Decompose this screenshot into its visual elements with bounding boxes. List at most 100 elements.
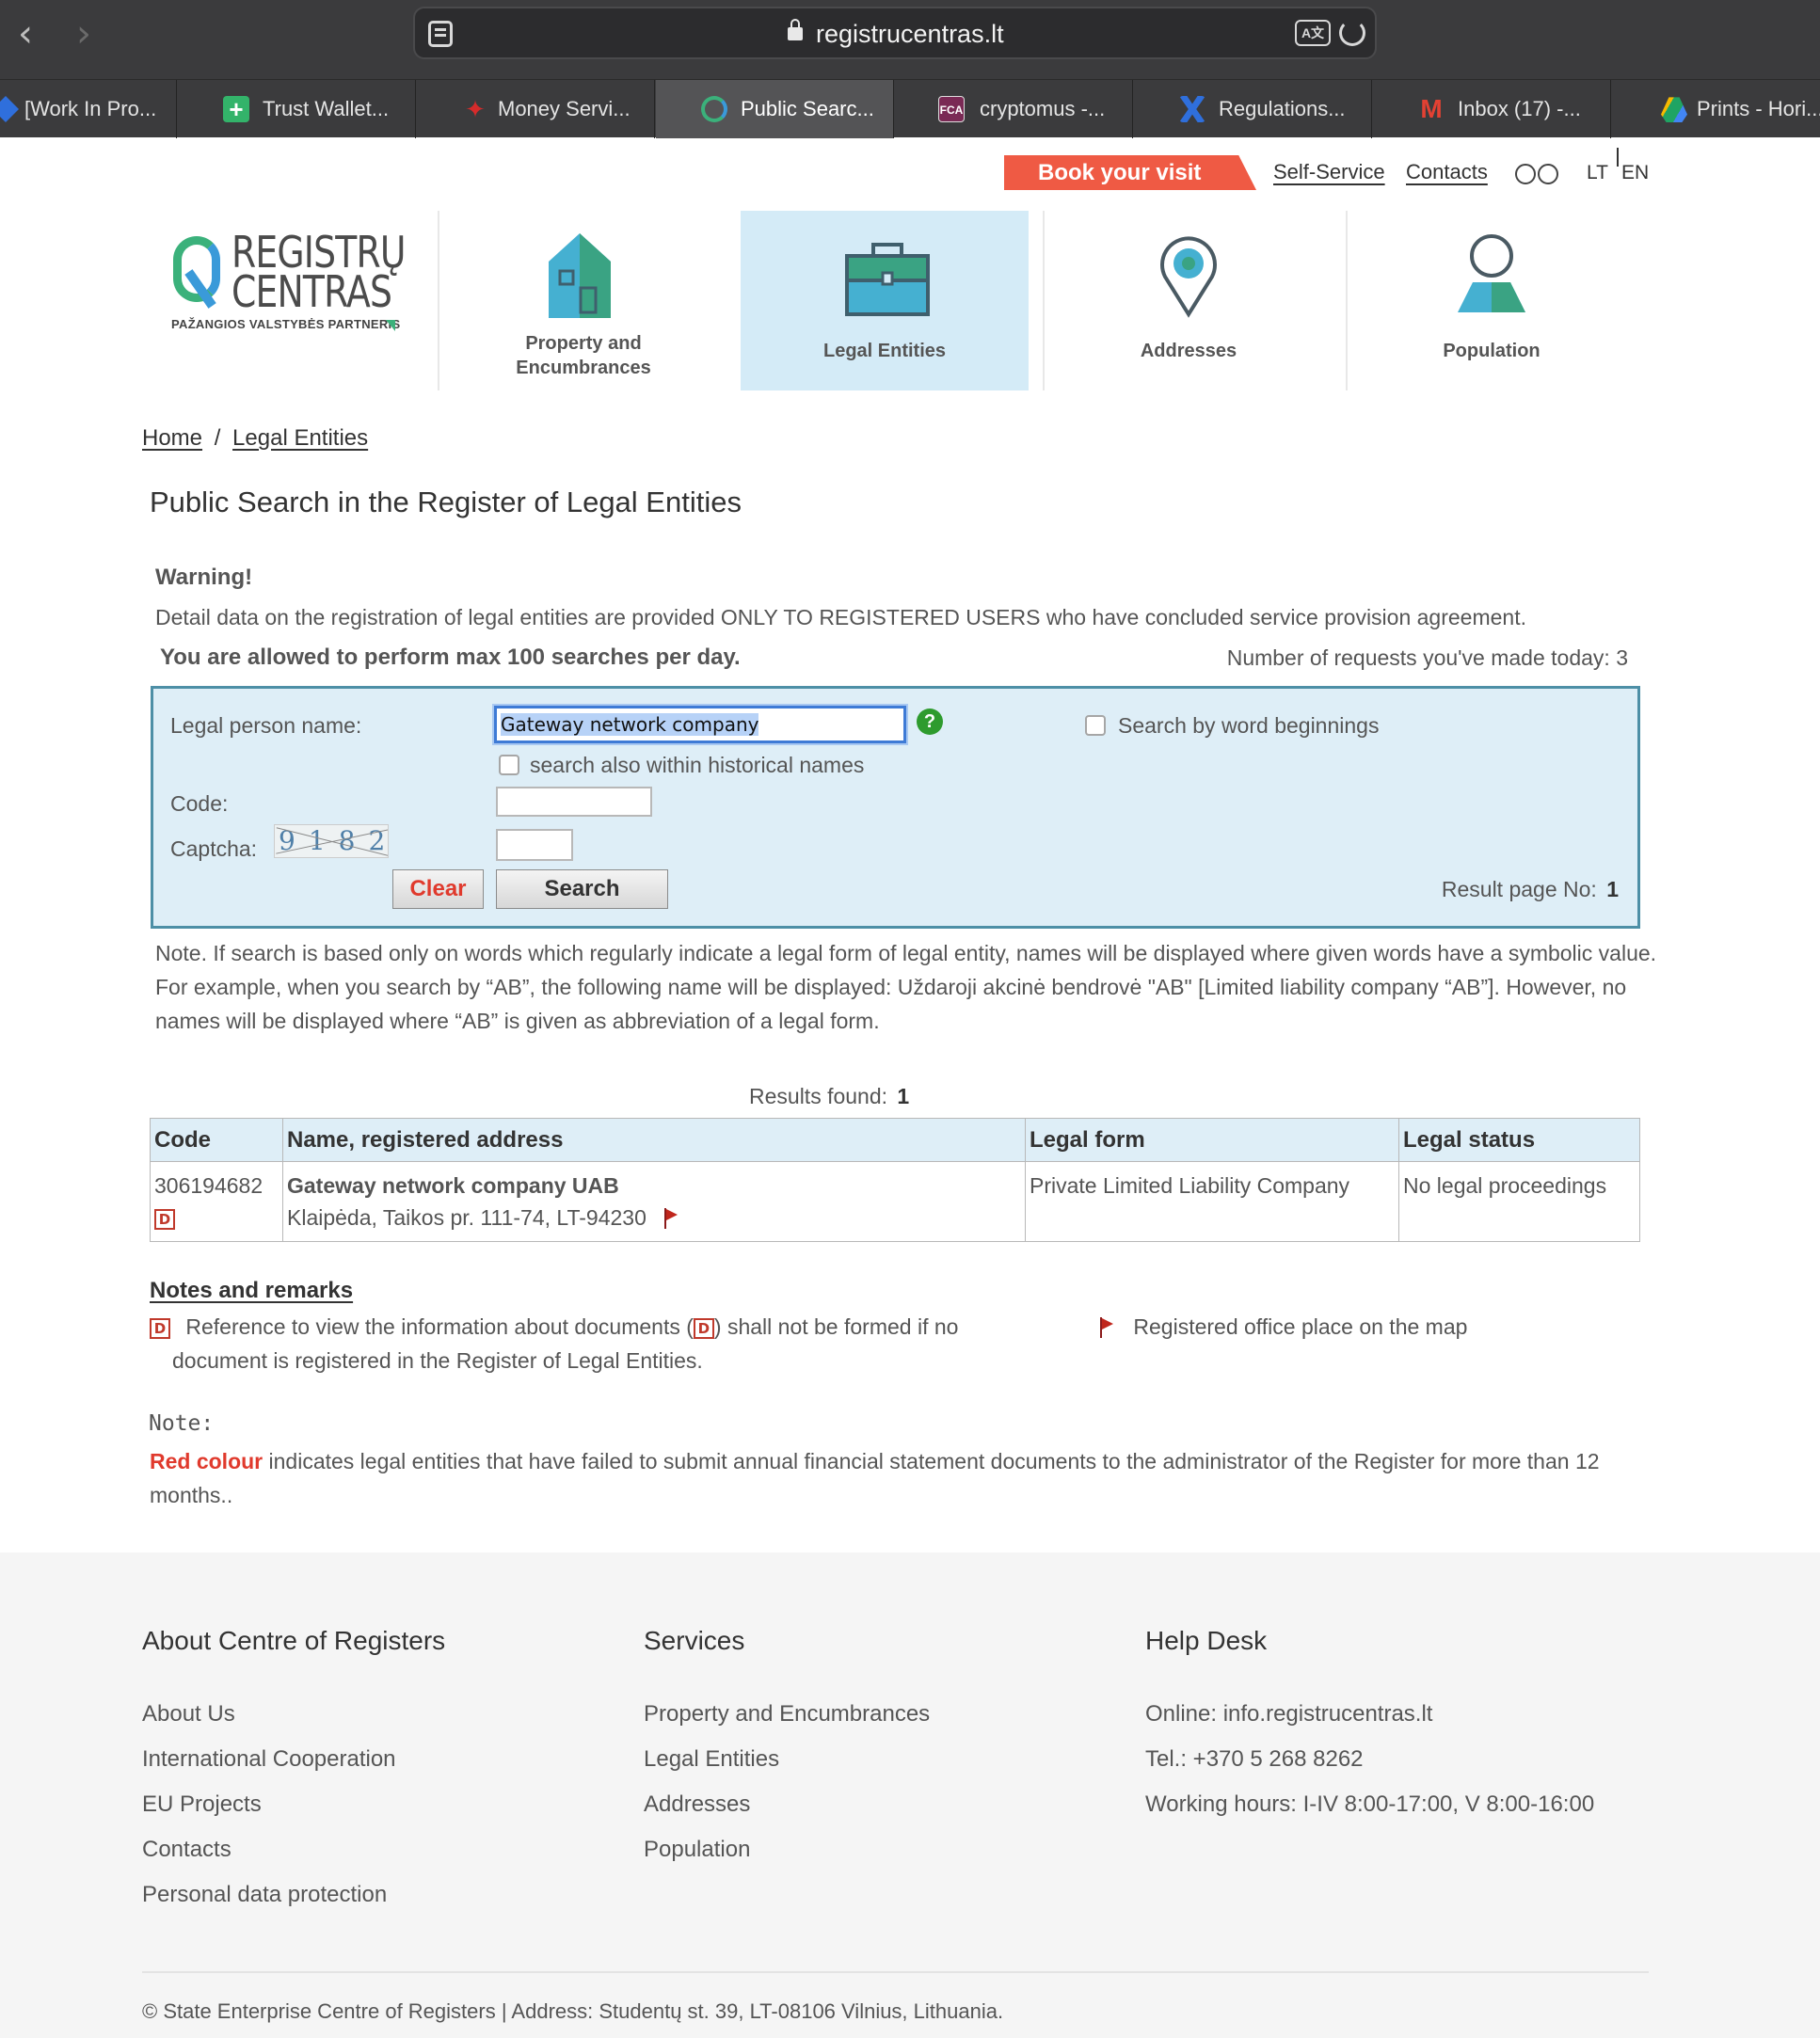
red-colour-text: indicates legal entities that have faile… [150,1449,1600,1507]
sidebar-icon[interactable] [428,21,453,47]
contacts-link[interactable]: Contacts [1406,160,1488,184]
footer-help-phone[interactable]: Tel.: +370 5 268 8262 [1145,1746,1364,1773]
clear-button[interactable]: Clear [392,869,484,909]
red-colour-label: Red colour [150,1449,263,1473]
documents-icon: D [693,1317,714,1339]
footer-legal-entities-link[interactable]: Legal Entities [644,1746,779,1773]
tab-money-services[interactable]: ✦ Money Servi... [417,80,655,138]
back-icon[interactable]: ‹ [2,11,49,56]
word-beginnings-checkbox[interactable] [1085,715,1106,736]
historical-names-label: search also within historical names [530,753,865,777]
col-name-address: Name, registered address [282,1118,1026,1162]
nav-population[interactable]: Population [1350,211,1633,390]
forward-icon[interactable]: › [60,11,107,56]
documents-note: D Reference to view the information abou… [150,1310,1025,1377]
tab-work-in-progress[interactable]: [Work In Pro... [0,80,177,138]
nav-divider [438,211,439,390]
tab-inbox[interactable]: M Inbox (17) -... [1373,80,1611,138]
lang-en-link[interactable]: EN [1621,162,1649,184]
search-form: Legal person name: Gateway network compa… [151,686,1640,929]
code-input[interactable] [496,787,652,817]
nav-divider [1346,211,1348,390]
browser-toolbar: ‹ › registrucentras.lt A文 [0,0,1820,79]
sheets-icon: + [223,96,249,122]
nav-property-encumbrances[interactable]: Property and Encumbrances [442,211,725,390]
search-button[interactable]: Search [496,869,668,909]
results-found-label: Results found: [749,1084,888,1108]
reload-icon[interactable] [1339,20,1365,46]
footer-about-us-link[interactable]: About Us [142,1701,235,1728]
briefcase-icon [845,243,930,316]
tab-label: [Work In Pro... [24,97,157,120]
warning-text: Detail data on the registration of legal… [155,605,1526,629]
documents-note-text: Reference to view the information about … [185,1314,694,1339]
footer-help-online[interactable]: Online: info.registrucentras.lt [1145,1701,1432,1728]
fca-icon: FCA [938,96,965,122]
historical-names-checkbox[interactable] [499,755,519,775]
captcha-input[interactable] [496,829,573,861]
tab-label: cryptomus -... [980,97,1106,120]
nav-legal-entities[interactable]: Legal Entities [741,211,1029,390]
tab-trust-wallet[interactable]: + Trust Wallet... [178,80,416,138]
footer-international-link[interactable]: International Cooperation [142,1746,396,1773]
footer-eu-projects-link[interactable]: EU Projects [142,1791,262,1818]
logo-tagline: PAŽANGIOS VALSTYBĖS PARTNERIS [171,317,401,331]
results-table: Code Name, registered address Legal form… [150,1118,1640,1242]
map-pin-icon [1160,236,1217,318]
map-flag-icon[interactable] [662,1207,679,1231]
lock-icon [788,19,803,40]
cell-legal-status: No legal proceedings [1398,1161,1640,1242]
registru-centras-logo[interactable]: REGISTRŲ CENTRAS PAŽANGIOS VALSTYBĖS PAR… [168,231,406,334]
cell-name-address: Gateway network company UAB Klaipėda, Ta… [282,1161,1026,1242]
code-label: Code: [170,791,229,816]
tab-prints[interactable]: Prints - Hori... [1612,80,1820,138]
results-found: Results found: 1 [749,1084,909,1109]
documents-icon[interactable]: D [154,1208,175,1230]
notes-title: Notes and remarks [150,1278,354,1303]
legal-name-input[interactable]: Gateway network company [494,706,906,743]
tab-label: Money Servi... [498,97,631,120]
footer-data-protection-link[interactable]: Personal data protection [142,1882,387,1908]
documents-icon: D [150,1317,170,1339]
tab-cryptomus[interactable]: FCA cryptomus -... [895,80,1133,138]
address-bar[interactable]: registrucentras.lt A文 [413,7,1377,59]
note-label: Note: [149,1411,215,1436]
nav-addresses[interactable]: Addresses [1047,211,1330,390]
breadcrumb-legal-entities-link[interactable]: Legal Entities [232,425,368,451]
book-visit-button[interactable]: Book your visit [1004,155,1256,190]
tab-label: Trust Wallet... [263,97,390,120]
accessibility-glasses-icon[interactable] [1513,164,1560,184]
confluence-icon [1179,96,1205,122]
word-beginnings-label: Search by word beginnings [1118,713,1380,738]
house-icon [549,233,611,318]
entity-code[interactable]: 306194682 [154,1170,279,1202]
cell-legal-form: Private Limited Liability Company [1025,1161,1399,1242]
documents-note-text: document is registered in the Register o… [172,1348,703,1373]
footer-contacts-link[interactable]: Contacts [142,1837,231,1863]
footer-property-link[interactable]: Property and Encumbrances [644,1701,930,1728]
col-legal-status: Legal status [1398,1118,1640,1162]
nav-label: Property and [525,333,642,354]
entity-address: Klaipėda, Taikos pr. 111-74, LT-94230 [287,1202,1021,1234]
logo-triangle [386,320,395,331]
help-icon[interactable]: ? [917,709,943,735]
name-label: Legal person name: [170,713,362,738]
url-text[interactable]: registrucentras.lt [816,20,1004,49]
entity-name-link[interactable]: Gateway network company UAB [287,1170,1021,1202]
tab-regulations[interactable]: Regulations... [1134,80,1372,138]
breadcrumb: Home / Legal Entities [142,425,368,452]
footer-population-link[interactable]: Population [644,1837,750,1863]
table-header-row: Code Name, registered address Legal form… [150,1118,1640,1162]
translate-icon[interactable]: A文 [1295,20,1331,46]
self-service-link[interactable]: Self-Service [1273,160,1385,184]
nav-label: Legal Entities [822,341,947,361]
lang-divider [1617,148,1619,167]
nav-label: Encumbrances [516,358,651,378]
tab-public-search[interactable]: Public Searc... [656,80,894,138]
lang-lt-link[interactable]: LT [1587,162,1608,184]
result-page-indicator: Result page No: 1 [1442,877,1619,902]
warning-title: Warning! [155,565,253,590]
breadcrumb-home-link[interactable]: Home [142,425,202,451]
page-title: Public Search in the Register of Legal E… [150,486,742,518]
footer-addresses-link[interactable]: Addresses [644,1791,750,1818]
